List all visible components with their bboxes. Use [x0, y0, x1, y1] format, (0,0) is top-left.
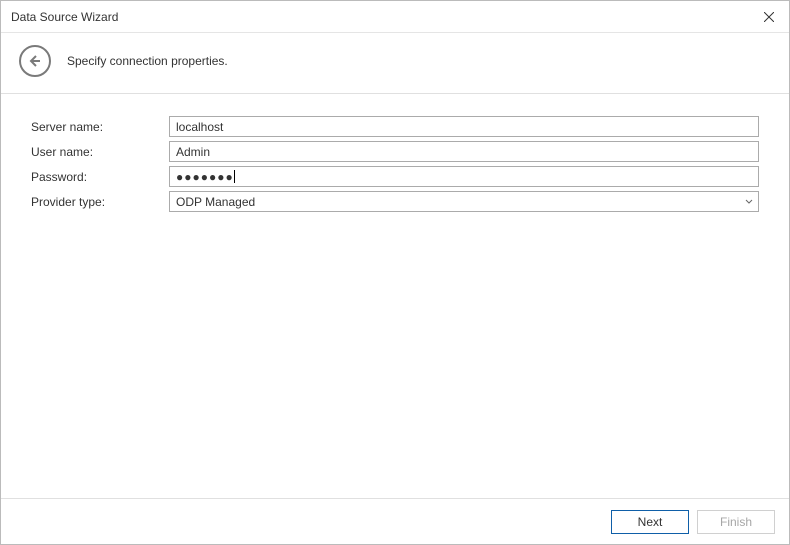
arrow-left-icon	[27, 53, 43, 69]
close-button[interactable]	[749, 1, 789, 33]
chevron-down-icon	[744, 199, 754, 204]
form-area: Server name: User name: Password: ●●●●●●…	[1, 94, 789, 212]
user-name-row: User name:	[31, 141, 759, 162]
next-button[interactable]: Next	[611, 510, 689, 534]
provider-label: Provider type:	[31, 195, 161, 209]
user-name-input[interactable]	[169, 141, 759, 162]
provider-row: Provider type: ODP Managed	[31, 191, 759, 212]
close-icon	[764, 12, 774, 22]
password-masked: ●●●●●●●	[176, 170, 234, 184]
server-name-label: Server name:	[31, 120, 161, 134]
window-title: Data Source Wizard	[11, 10, 118, 24]
provider-combobox[interactable]: ODP Managed	[169, 191, 759, 212]
password-row: Password: ●●●●●●●	[31, 166, 759, 187]
titlebar: Data Source Wizard	[1, 1, 789, 33]
server-name-row: Server name:	[31, 116, 759, 137]
password-label: Password:	[31, 170, 161, 184]
user-name-label: User name:	[31, 145, 161, 159]
text-caret	[234, 170, 235, 183]
finish-button: Finish	[697, 510, 775, 534]
footer: Next Finish	[1, 498, 789, 544]
server-name-input[interactable]	[169, 116, 759, 137]
wizard-header: Specify connection properties.	[1, 33, 789, 94]
provider-selected: ODP Managed	[176, 195, 744, 209]
back-button[interactable]	[19, 45, 51, 77]
password-input[interactable]: ●●●●●●●	[169, 166, 759, 187]
wizard-subtitle: Specify connection properties.	[67, 54, 228, 68]
